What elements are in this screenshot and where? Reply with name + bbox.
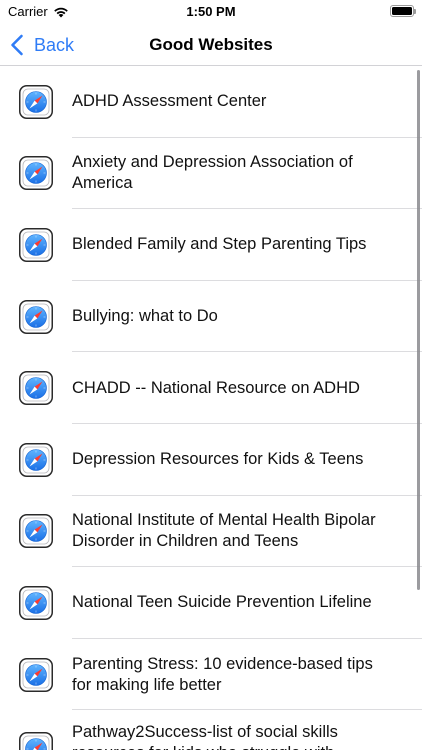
- list-item-label: Blended Family and Step Parenting Tips: [72, 235, 367, 254]
- list-item[interactable]: Depression Resources for Kids & Teens: [0, 424, 422, 496]
- safari-compass-icon: [19, 443, 53, 477]
- status-time: 1:50 PM: [186, 4, 236, 19]
- list-item-label: Depression Resources for Kids & Teens: [72, 450, 364, 469]
- list-item-label: ADHD Assessment Center: [72, 92, 267, 111]
- safari-compass-icon: [19, 371, 53, 405]
- page-title: Good Websites: [149, 35, 273, 54]
- list-item-label: Anxiety and Depression Association of Am…: [72, 153, 353, 193]
- list-item[interactable]: ADHD Assessment Center: [0, 66, 422, 138]
- list-item[interactable]: National Teen Suicide Prevention Lifelin…: [0, 567, 422, 639]
- scrollbar[interactable]: [417, 70, 420, 590]
- safari-compass-icon: [19, 85, 53, 119]
- list-item-label: National Teen Suicide Prevention Lifelin…: [72, 593, 372, 612]
- safari-compass-icon: [19, 586, 53, 620]
- safari-compass-icon: [19, 732, 53, 750]
- list-item-label: Pathway2Success-list of social skills re…: [72, 723, 338, 750]
- websites-list[interactable]: ADHD Assessment Center Anxiety and Depre…: [0, 66, 422, 750]
- list-item-label: CHADD -- National Resource on ADHD: [72, 378, 360, 397]
- list-item[interactable]: Parenting Stress: 10 evidence-based tips…: [0, 639, 422, 711]
- list-item[interactable]: Blended Family and Step Parenting Tips: [0, 209, 422, 281]
- list-item[interactable]: Anxiety and Depression Association of Am…: [0, 138, 422, 210]
- battery-icon: [390, 5, 416, 17]
- navigation-bar: Back Good Websites: [0, 24, 422, 66]
- safari-compass-icon: [19, 228, 53, 262]
- list-item[interactable]: National Institute of Mental Health Bipo…: [0, 496, 422, 568]
- list-item[interactable]: Pathway2Success-list of social skills re…: [0, 710, 422, 750]
- list-item[interactable]: Bullying: what to Do: [0, 281, 422, 353]
- safari-compass-icon: [19, 156, 53, 190]
- list-item[interactable]: CHADD -- National Resource on ADHD: [0, 352, 422, 424]
- status-bar: Carrier 1:50 PM: [0, 0, 422, 24]
- list-item-label: National Institute of Mental Health Bipo…: [72, 511, 376, 551]
- safari-compass-icon: [19, 658, 53, 692]
- safari-compass-icon: [19, 300, 53, 334]
- safari-compass-icon: [19, 514, 53, 548]
- list-item-label: Parenting Stress: 10 evidence-based tips…: [72, 654, 373, 694]
- list-item-label: Bullying: what to Do: [72, 307, 218, 326]
